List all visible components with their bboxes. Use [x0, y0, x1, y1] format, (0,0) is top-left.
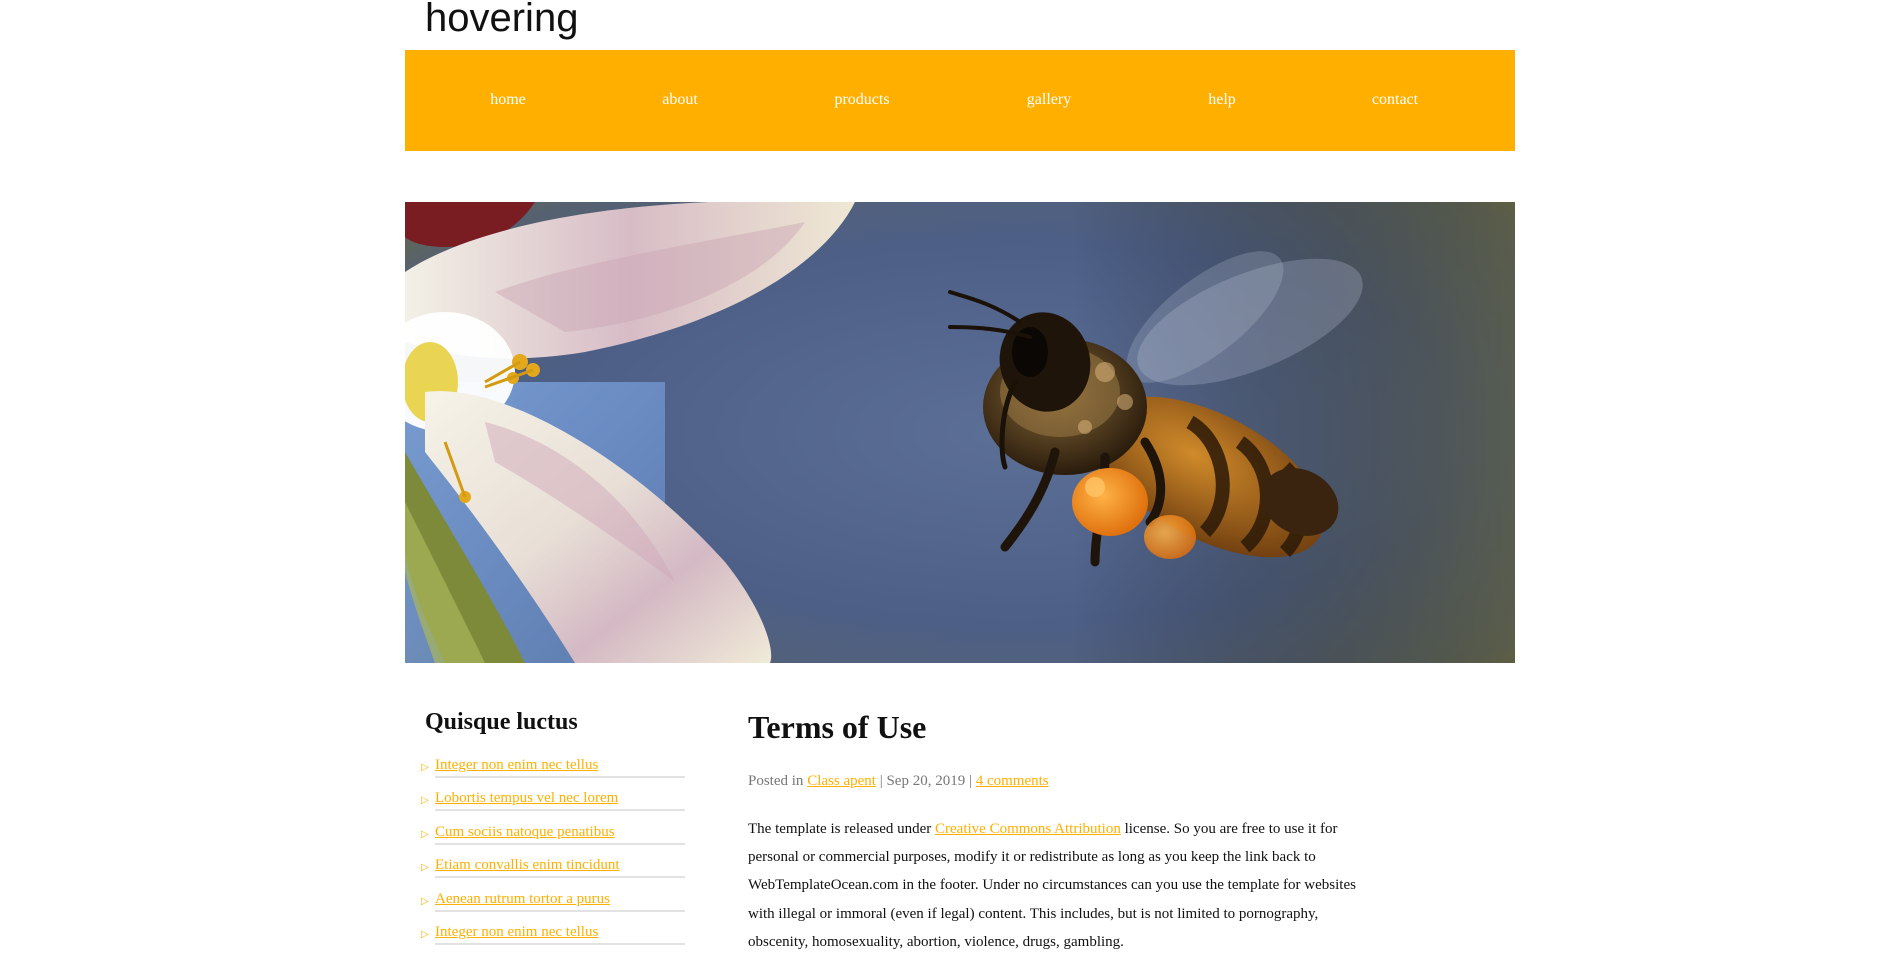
- triangle-bullet-icon: ▷: [421, 762, 429, 773]
- comments-link[interactable]: 4 comments: [976, 773, 1049, 789]
- post-body-text: license. So you are free to use it for p…: [748, 821, 1356, 950]
- nav-item-products[interactable]: products: [834, 50, 889, 151]
- license-link[interactable]: Creative Commons Attribution: [935, 821, 1121, 837]
- main-navigation: home about products gallery help contact: [405, 50, 1515, 151]
- sidebar-list-item: ▷ Etiam convallis enim tincidunt: [421, 854, 689, 887]
- triangle-bullet-icon: ▷: [421, 828, 429, 840]
- nav-item-gallery[interactable]: gallery: [1027, 50, 1071, 151]
- post-body: The template is released under Creative …: [748, 815, 1368, 956]
- sidebar-link[interactable]: Lobortis tempus vel nec lorem: [435, 787, 685, 812]
- meta-separator: |: [879, 773, 883, 789]
- sidebar-list-item: ▷ Lobortis tempus vel nec lorem: [421, 787, 689, 820]
- meta-separator: |: [968, 773, 972, 789]
- sidebar-link[interactable]: Aenean rutrum tortor a purus: [435, 888, 685, 912]
- sidebar-list-item: ▷ Integer non enim nec tellus: [421, 921, 689, 954]
- site-title: hovering: [425, 0, 579, 40]
- sidebar-link[interactable]: Integer non enim nec tellus: [435, 921, 685, 945]
- nav-item-contact[interactable]: contact: [1372, 50, 1418, 151]
- post-body-intro: The template is released under: [748, 821, 932, 837]
- nav-item-home[interactable]: home: [490, 50, 526, 151]
- sidebar-link[interactable]: Integer non enim nec tellus: [435, 754, 685, 778]
- nav-item-help[interactable]: help: [1208, 50, 1236, 151]
- post-title: Terms of Use: [748, 709, 927, 745]
- hero-image: [405, 202, 1515, 663]
- sidebar-list-item: ▷ Aenean rutrum tortor a purus: [421, 888, 689, 921]
- triangle-bullet-icon: ▷: [421, 895, 429, 907]
- sidebar-link-list: ▷ Integer non enim nec tellus ▷ Lobortis…: [421, 754, 689, 954]
- post-date: Sep 20, 2019: [886, 773, 966, 789]
- post-meta: Posted in Class apent | Sep 20, 2019 | 4…: [748, 770, 1049, 792]
- triangle-bullet-icon: ▷: [421, 795, 429, 807]
- nav-item-about[interactable]: about: [662, 50, 698, 151]
- triangle-bullet-icon: ▷: [421, 862, 429, 874]
- sidebar-link[interactable]: Cum sociis natoque penatibus: [435, 821, 685, 845]
- sidebar-link[interactable]: Etiam convallis enim tincidunt: [435, 854, 685, 879]
- bee-flower-illustration: [405, 202, 1515, 663]
- sidebar-list-item: ▷ Cum sociis natoque penatibus: [421, 821, 689, 854]
- posted-in-label: Posted in: [748, 773, 804, 789]
- sidebar-heading: Quisque luctus: [425, 709, 578, 735]
- sidebar-list-item: ▷ Integer non enim nec tellus: [421, 754, 689, 787]
- category-link[interactable]: Class apent: [807, 773, 876, 789]
- triangle-bullet-icon: ▷: [421, 928, 429, 940]
